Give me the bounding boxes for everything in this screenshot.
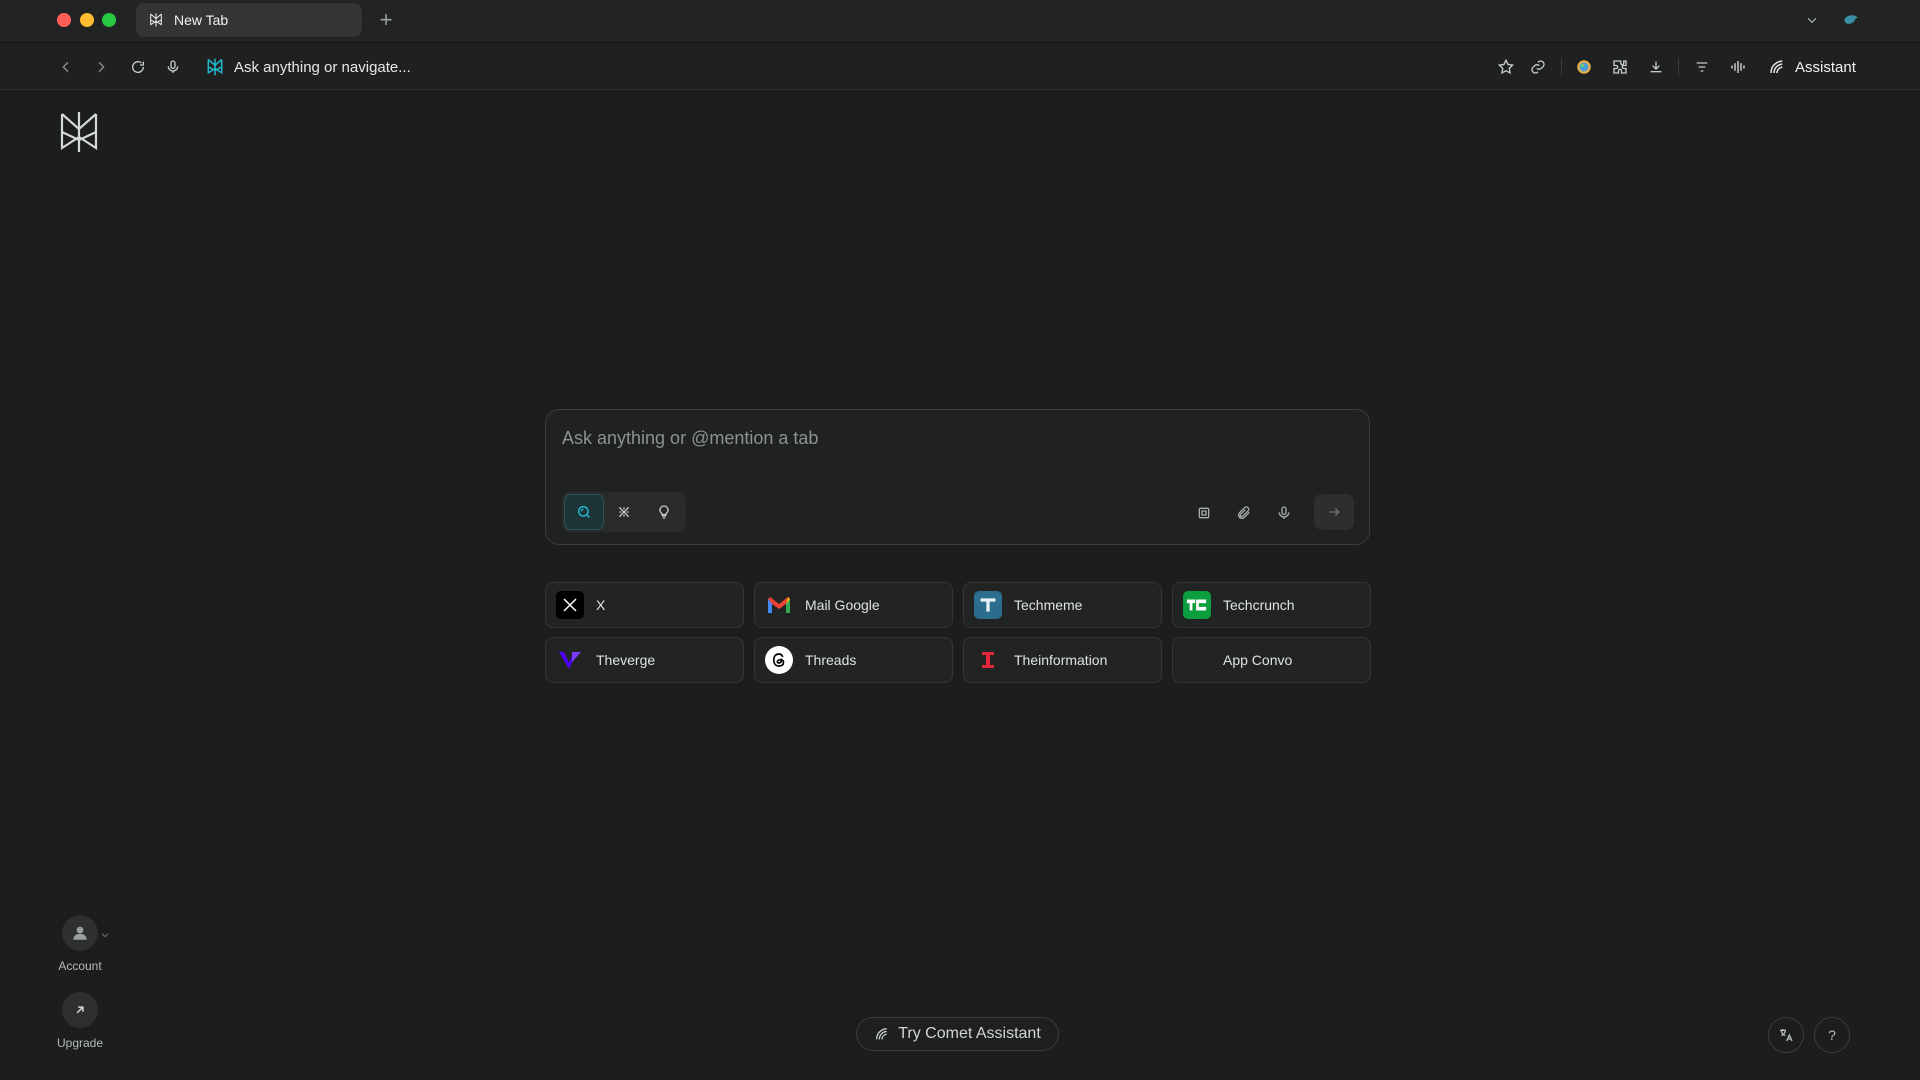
try-comet-assistant-button[interactable]: Try Comet Assistant xyxy=(856,1017,1059,1051)
search-mode-button[interactable] xyxy=(564,494,604,530)
assistant-icon xyxy=(1768,58,1786,76)
minimize-window-button[interactable] xyxy=(80,13,94,27)
avatar xyxy=(62,915,98,951)
extensions-icon[interactable] xyxy=(1606,53,1634,81)
shortcut-mail-google[interactable]: Mail Google xyxy=(754,582,953,628)
new-tab-button[interactable]: + xyxy=(374,6,398,34)
omnibox[interactable]: Ask anything or navigate... xyxy=(205,53,411,81)
chevron-down-icon xyxy=(100,927,110,945)
lightbulb-icon xyxy=(656,504,672,520)
comet-logo-icon[interactable] xyxy=(58,110,100,154)
shortcut-label: X xyxy=(596,597,606,613)
search-input[interactable] xyxy=(562,424,1342,452)
link-icon[interactable] xyxy=(1524,53,1552,81)
reload-icon[interactable] xyxy=(124,53,152,81)
assistant-label: Assistant xyxy=(1795,58,1856,76)
menu-icon[interactable] xyxy=(1688,53,1716,81)
submit-button[interactable] xyxy=(1314,494,1354,530)
translate-button[interactable] xyxy=(1768,1017,1804,1053)
maximize-window-button[interactable] xyxy=(102,13,116,27)
upgrade-button[interactable]: Upgrade xyxy=(50,992,110,1050)
shortcut-grid: X Mail Google Techmeme Techcrunch Thever… xyxy=(545,582,1371,683)
shortcut-threads[interactable]: Threads xyxy=(754,637,953,683)
shortcut-techcrunch[interactable]: Techcrunch xyxy=(1172,582,1371,628)
upgrade-circle xyxy=(62,992,98,1028)
search-card xyxy=(545,409,1370,545)
mic-icon[interactable] xyxy=(159,53,187,81)
shortcut-label: Theinformation xyxy=(1014,652,1108,668)
threads-logo-icon xyxy=(765,646,793,674)
techcrunch-logo-icon xyxy=(1183,591,1211,619)
tab-new-tab[interactable]: New Tab xyxy=(136,3,362,37)
shortcut-label: Threads xyxy=(805,652,857,668)
forward-icon[interactable] xyxy=(87,53,115,81)
theinformation-logo-icon xyxy=(974,646,1002,674)
account-button[interactable]: Account xyxy=(50,915,110,973)
toolbar-divider xyxy=(1678,58,1679,76)
screenshot-icon[interactable] xyxy=(1190,499,1218,527)
paperclip-icon[interactable] xyxy=(1230,499,1258,527)
comet-logo-icon xyxy=(205,57,225,77)
close-window-button[interactable] xyxy=(57,13,71,27)
shortcut-label: App Convo xyxy=(1223,652,1293,668)
help-label: ? xyxy=(1828,1027,1836,1043)
shortcut-app-convo[interactable]: App Convo xyxy=(1172,637,1371,683)
toolbar-divider xyxy=(1561,58,1562,76)
assistant-icon xyxy=(874,1026,890,1042)
shortcut-x[interactable]: X xyxy=(545,582,744,628)
profile-badge-icon[interactable] xyxy=(1839,9,1863,31)
shortcut-techmeme[interactable]: Techmeme xyxy=(963,582,1162,628)
shortcut-label: Theverge xyxy=(596,652,656,668)
try-comet-assistant-label: Try Comet Assistant xyxy=(898,1025,1041,1042)
shortcut-theverge[interactable]: Theverge xyxy=(545,637,744,683)
mic-icon[interactable] xyxy=(1270,499,1298,527)
help-button[interactable]: ? xyxy=(1814,1017,1850,1053)
account-label: Account xyxy=(58,959,102,973)
user-icon xyxy=(71,924,89,942)
shortcut-label: Mail Google xyxy=(805,597,880,613)
arrow-right-icon xyxy=(1327,505,1341,519)
tab-list-chevron-icon[interactable] xyxy=(1800,9,1824,31)
translate-icon xyxy=(1778,1027,1794,1043)
back-icon[interactable] xyxy=(52,53,80,81)
x-logo-icon xyxy=(556,591,584,619)
tab-title: New Tab xyxy=(174,12,229,28)
research-mode-button[interactable] xyxy=(604,494,644,530)
gmail-logo-icon xyxy=(765,591,793,619)
assistant-button[interactable]: Assistant xyxy=(1762,51,1862,83)
search-mode-group xyxy=(562,492,686,532)
shortcut-theinformation[interactable]: Theinformation xyxy=(963,637,1162,683)
labs-mode-button[interactable] xyxy=(644,494,684,530)
omnibox-text: Ask anything or navigate... xyxy=(234,58,411,76)
search-icon xyxy=(576,504,592,520)
comet-favicon-icon xyxy=(147,11,165,29)
shortcut-label: Techmeme xyxy=(1014,597,1083,613)
title-bar: New Tab + xyxy=(0,0,1920,43)
upgrade-label: Upgrade xyxy=(56,1036,104,1050)
research-icon xyxy=(616,504,632,520)
download-icon[interactable] xyxy=(1642,53,1670,81)
arrow-up-right-icon xyxy=(73,1003,87,1017)
app-convo-blank-icon xyxy=(1183,646,1211,674)
voice-icon[interactable] xyxy=(1724,53,1752,81)
globe-extension-icon[interactable] xyxy=(1570,53,1598,81)
theverge-logo-icon xyxy=(556,646,584,674)
toolbar: Ask anything or navigate... Assistant xyxy=(0,43,1920,90)
techmeme-logo-icon xyxy=(974,591,1002,619)
shortcut-label: Techcrunch xyxy=(1223,597,1295,613)
star-icon[interactable] xyxy=(1492,53,1520,81)
